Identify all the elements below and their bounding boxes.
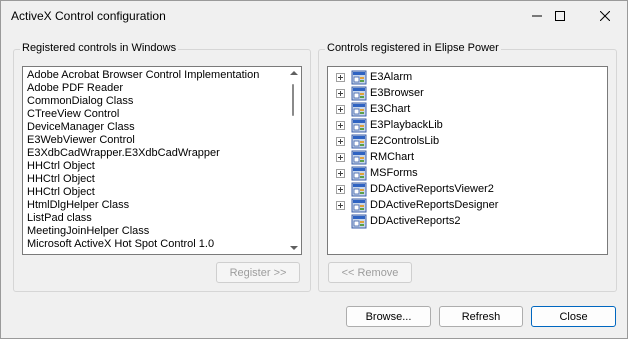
tree-item[interactable]: DDActiveReports2: [328, 213, 598, 229]
activex-control-icon: [351, 118, 367, 133]
tree-item-label: E3Chart: [370, 103, 411, 115]
list-item[interactable]: HHCtrl Object: [25, 186, 285, 199]
activex-control-icon: [351, 134, 367, 149]
tree-item[interactable]: E3Alarm: [328, 69, 598, 85]
refresh-button[interactable]: Refresh: [439, 306, 523, 327]
scroll-up-icon[interactable]: [290, 71, 298, 75]
list-item[interactable]: E3XdbCadWrapper.E3XdbCadWrapper: [25, 147, 285, 160]
list-item[interactable]: CTreeView Control: [25, 108, 285, 121]
close-window-button[interactable]: [583, 1, 627, 31]
title-bar[interactable]: ActiveX Control configuration: [1, 1, 627, 31]
tree-item[interactable]: E3PlaybackLib: [328, 117, 598, 133]
activex-control-icon: [351, 214, 367, 229]
list-item[interactable]: HtmlDlgHelper Class: [25, 199, 285, 212]
group-label-elipse: Controls registered in Elipse Power: [325, 42, 501, 54]
list-item[interactable]: ListPad class: [25, 212, 285, 225]
tree-item[interactable]: DDActiveReportsViewer2: [328, 181, 598, 197]
expand-plus-icon[interactable]: [336, 105, 345, 114]
tree-item[interactable]: DDActiveReportsDesigner: [328, 197, 598, 213]
list-item[interactable]: E3WebViewer Control: [25, 134, 285, 147]
close-button[interactable]: Close: [531, 306, 616, 327]
group-label-windows: Registered controls in Windows: [20, 42, 179, 54]
list-item[interactable]: HHCtrl Object: [25, 173, 285, 186]
expand-plus-icon[interactable]: [336, 169, 345, 178]
elipse-controls-list: E3Alarm E3Browser E3Chart E3PlaybackLib E2Co…: [328, 69, 598, 249]
tree-item-label: RMChart: [370, 151, 415, 163]
list-item[interactable]: MeetingJoinHelper Class: [25, 225, 285, 238]
list-item[interactable]: Adobe PDF Reader: [25, 82, 285, 95]
tree-item[interactable]: MSForms: [328, 165, 598, 181]
tree-item[interactable]: E2ControlsLib: [328, 133, 598, 149]
tree-item[interactable]: RMChart: [328, 149, 598, 165]
activex-control-icon: [351, 198, 367, 213]
maximize-icon: [555, 11, 565, 21]
expand-plus-icon[interactable]: [336, 121, 345, 130]
tree-item-label: E3Alarm: [370, 71, 413, 83]
expand-plus-icon[interactable]: [336, 201, 345, 210]
list-item[interactable]: HHCtrl Object: [25, 160, 285, 173]
expand-plus-icon[interactable]: [336, 153, 345, 162]
tree-item[interactable]: E3Browser: [328, 85, 598, 101]
tree-item-label: E3PlaybackLib: [370, 119, 443, 131]
list-item[interactable]: DeviceManager Class: [25, 121, 285, 134]
tree-item-label: DDActiveReportsViewer2: [370, 183, 494, 195]
maximize-button[interactable]: [538, 1, 582, 31]
activex-control-icon: [351, 150, 367, 165]
scroll-down-icon[interactable]: [290, 246, 298, 250]
activex-control-icon: [351, 182, 367, 197]
list-item-partial: [25, 251, 285, 254]
close-icon: [600, 11, 610, 21]
activex-control-icon: [351, 86, 367, 101]
tree-item-label: DDActiveReports2: [370, 215, 461, 227]
windows-controls-listbox[interactable]: Adobe Acrobat Browser Control Implementa…: [22, 66, 302, 255]
tree-item-label: E3Browser: [370, 87, 424, 99]
list-item[interactable]: Microsoft ActiveX Hot Spot Control 1.0: [25, 238, 285, 251]
register-button[interactable]: Register >>: [216, 262, 300, 283]
activex-control-icon: [351, 166, 367, 181]
scroll-thumb[interactable]: [292, 84, 294, 116]
expand-plus-icon[interactable]: [336, 73, 345, 82]
tree-item[interactable]: E3Chart: [328, 101, 598, 117]
expand-plus-icon[interactable]: [336, 137, 345, 146]
tree-item-label: DDActiveReportsDesigner: [370, 199, 499, 211]
expand-plus-icon[interactable]: [336, 89, 345, 98]
list-item[interactable]: Adobe Acrobat Browser Control Implementa…: [25, 69, 285, 82]
listbox-scrollbar[interactable]: [287, 67, 301, 254]
browse-button[interactable]: Browse...: [346, 306, 431, 327]
remove-button[interactable]: << Remove: [328, 262, 412, 283]
activex-control-icon: [351, 102, 367, 117]
tree-item-label: E2ControlsLib: [370, 135, 440, 147]
windows-controls-list: Adobe Acrobat Browser Control Implementa…: [25, 69, 285, 254]
dialog-window: ActiveX Control configuration Registered…: [0, 0, 628, 339]
window-title: ActiveX Control configuration: [11, 9, 166, 23]
registered-elipse-group: Controls registered in Elipse Power E3Al…: [318, 42, 617, 292]
elipse-controls-tree[interactable]: E3Alarm E3Browser E3Chart E3PlaybackLib E2Co…: [327, 66, 608, 255]
registered-windows-group: Registered controls in Windows Adobe Acr…: [13, 42, 311, 292]
activex-control-icon: [351, 70, 367, 85]
list-item[interactable]: CommonDialog Class: [25, 95, 285, 108]
tree-item-label: MSForms: [370, 167, 418, 179]
expand-plus-icon[interactable]: [336, 185, 345, 194]
